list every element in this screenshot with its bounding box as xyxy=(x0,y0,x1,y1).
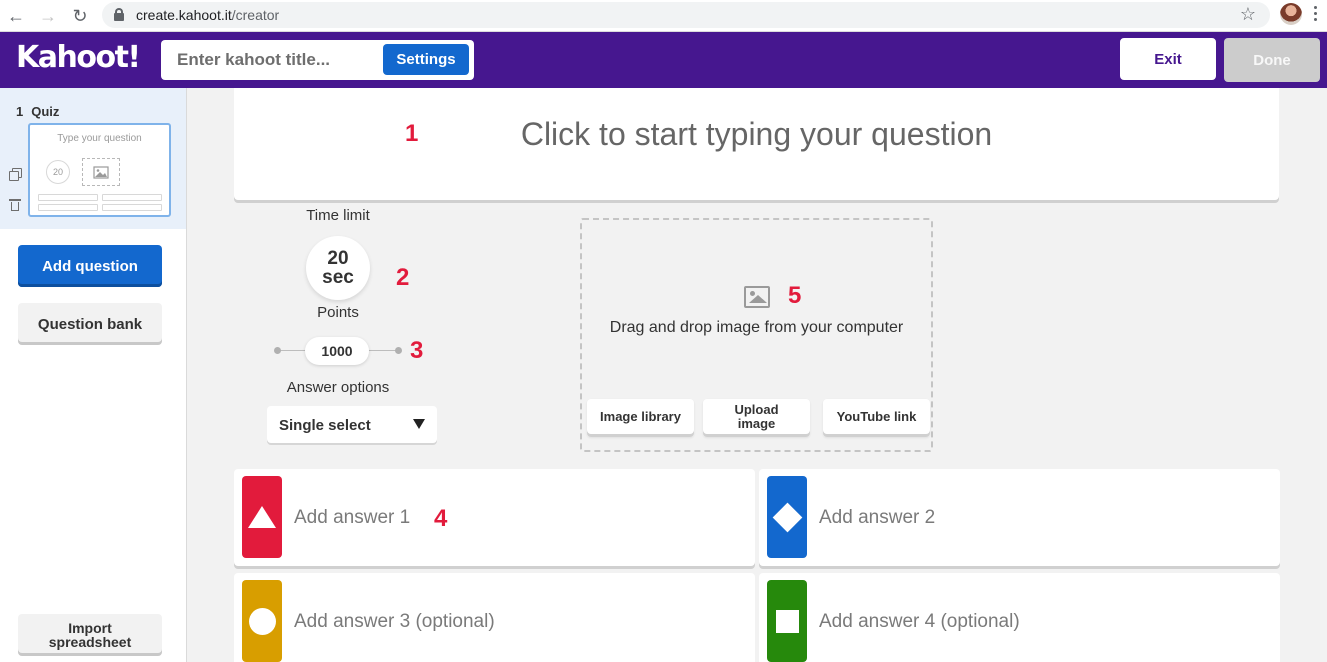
settings-button[interactable]: Settings xyxy=(383,44,469,75)
points-label: Points xyxy=(317,304,359,321)
answer-options-label: Answer options xyxy=(286,379,390,396)
answer-2-color xyxy=(767,476,807,558)
thumb-image-icon xyxy=(82,158,120,186)
slide-list-item[interactable]: 1 Quiz Type your question 20 xyxy=(0,88,186,229)
answer-options-select[interactable]: Single select xyxy=(267,406,437,443)
answer-3-placeholder: Add answer 3 (optional) xyxy=(294,611,495,632)
points-selector[interactable]: 1000 xyxy=(305,337,369,365)
answer-4-input[interactable]: Add answer 4 (optional) xyxy=(759,573,1280,662)
exit-button[interactable]: Exit xyxy=(1120,38,1216,80)
thumb-timer: 20 xyxy=(46,160,70,184)
forward-arrow-icon[interactable]: → xyxy=(36,4,60,28)
time-value: 20 xyxy=(327,248,349,269)
url-path: /creator xyxy=(231,7,280,23)
address-bar[interactable]: create.kahoot.it/creator ☆ xyxy=(102,2,1270,28)
kahoot-title-input[interactable] xyxy=(169,44,379,76)
youtube-link-button[interactable]: YouTube link xyxy=(823,399,930,437)
answer-2-input[interactable]: Add answer 2 xyxy=(759,469,1280,566)
duplicate-icon[interactable] xyxy=(9,168,22,181)
answer-1-placeholder: Add answer 1 xyxy=(294,507,411,528)
question-input[interactable]: Click to start typing your question xyxy=(234,88,1279,200)
question-placeholder[interactable]: Click to start typing your question xyxy=(234,116,1279,153)
time-limit-label: Time limit xyxy=(306,207,370,224)
time-unit: sec xyxy=(322,267,354,288)
diamond-icon xyxy=(772,502,802,532)
add-question-button[interactable]: Add question xyxy=(18,245,162,287)
annotation-3: 3 xyxy=(410,337,424,364)
dropdown-arrow-icon xyxy=(413,419,425,429)
answer-3-color xyxy=(242,580,282,662)
image-library-button[interactable]: Image library xyxy=(587,399,694,437)
reload-icon[interactable]: ↻ xyxy=(68,4,92,28)
answer-1-color xyxy=(242,476,282,558)
thumb-answer xyxy=(38,194,98,201)
import-spreadsheet-button[interactable]: Import spreadsheet xyxy=(18,614,162,656)
points-slider-dot[interactable] xyxy=(274,347,281,354)
url-text: create.kahoot.it/creator xyxy=(136,7,279,23)
answer-3-input[interactable]: Add answer 3 (optional) xyxy=(234,573,755,662)
trash-icon[interactable] xyxy=(9,199,21,211)
slide-thumbnail[interactable]: Type your question 20 xyxy=(28,123,171,217)
thumb-question: Type your question xyxy=(57,133,142,144)
image-icon xyxy=(744,286,770,308)
thumb-answer xyxy=(102,204,162,211)
answer-4-color xyxy=(767,580,807,662)
time-limit-selector[interactable]: 20 sec xyxy=(306,236,370,300)
title-box: Settings xyxy=(161,40,474,80)
annotation-2: 2 xyxy=(396,264,410,291)
thumb-answer xyxy=(38,204,98,211)
square-icon xyxy=(775,609,799,633)
done-button[interactable]: Done xyxy=(1224,38,1320,82)
thumb-answer xyxy=(102,194,162,201)
sidebar: 1 Quiz Type your question 20 Add question… xyxy=(0,88,187,662)
points-slider-dot[interactable] xyxy=(395,347,402,354)
answer-options-value: Single select xyxy=(279,417,371,434)
browser-menu-icon[interactable] xyxy=(1314,6,1318,26)
answer-4-placeholder: Add answer 4 (optional) xyxy=(819,611,1020,632)
drop-instructions: Drag and drop image from your computer xyxy=(609,319,904,336)
kahoot-logo[interactable]: Kahoot! xyxy=(16,40,141,75)
question-bank-button[interactable]: Question bank xyxy=(18,303,162,345)
answer-2-placeholder: Add answer 2 xyxy=(819,507,936,528)
slide-type: Quiz xyxy=(31,104,60,119)
app-header: Kahoot! Settings Exit Done xyxy=(0,32,1327,88)
annotation-4: 4 xyxy=(434,505,448,532)
annotation-1: 1 xyxy=(405,120,419,147)
browser-toolbar: ← → ↻ create.kahoot.it/creator ☆ xyxy=(0,0,1327,32)
lock-icon xyxy=(114,8,124,21)
triangle-icon xyxy=(248,506,276,528)
back-arrow-icon[interactable]: ← xyxy=(4,4,28,28)
url-domain: create.kahoot.it xyxy=(136,7,232,23)
circle-icon xyxy=(248,607,276,635)
slide-label: 1 Quiz xyxy=(16,104,59,119)
slide-number: 1 xyxy=(16,104,24,119)
profile-avatar[interactable] xyxy=(1280,3,1302,25)
annotation-5: 5 xyxy=(788,282,802,309)
answer-1-input[interactable]: Add answer 1 xyxy=(234,469,755,566)
upload-image-button[interactable]: Upload image xyxy=(703,399,810,437)
bookmark-star-icon[interactable]: ☆ xyxy=(1240,4,1256,25)
media-drop-zone[interactable]: Drag and drop image from your computer I… xyxy=(580,218,933,452)
